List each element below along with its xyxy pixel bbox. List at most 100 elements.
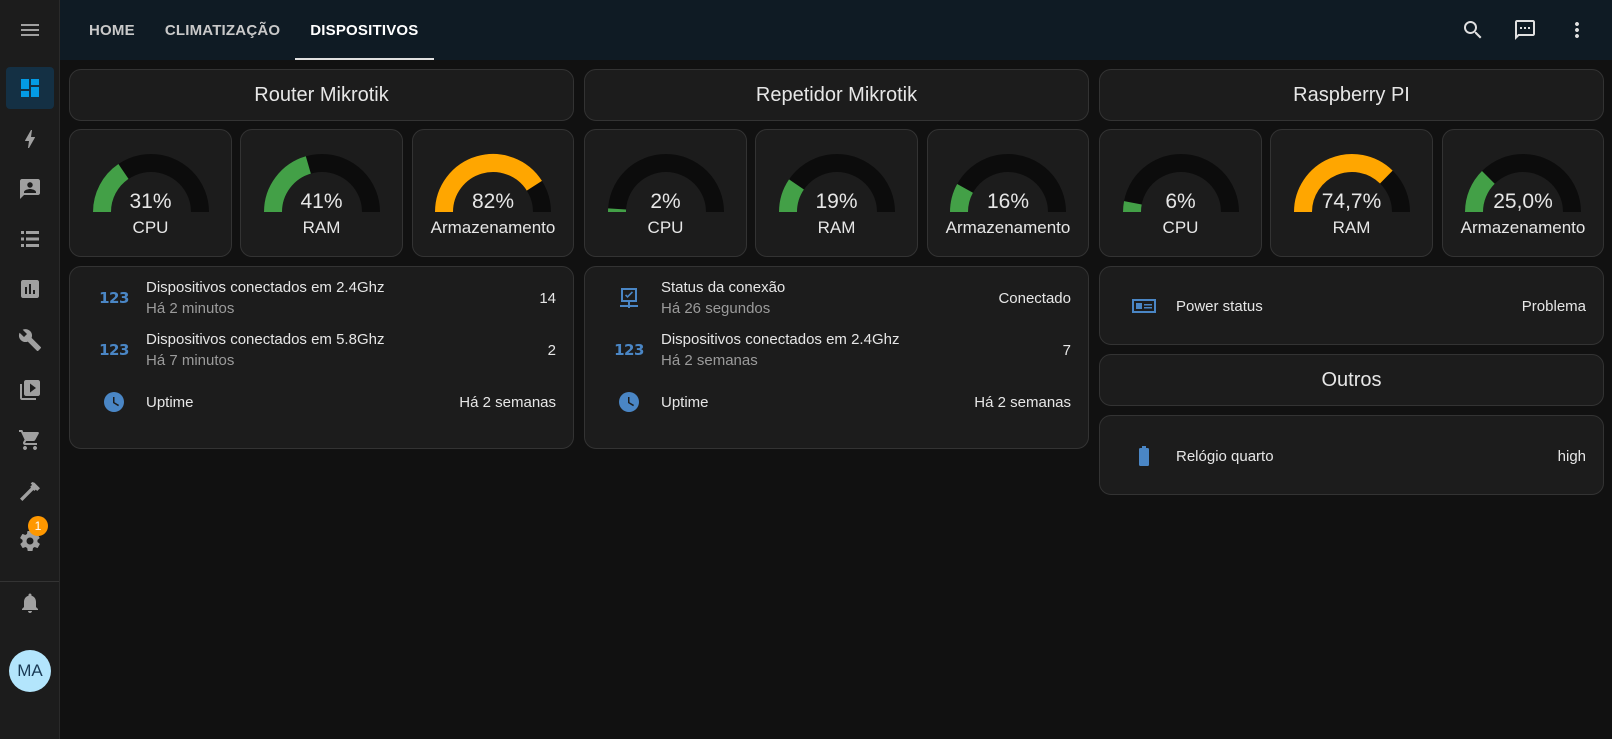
hamburger-icon xyxy=(20,24,39,36)
settings-badge: 1 xyxy=(28,516,48,536)
gauge-label: RAM xyxy=(302,218,341,237)
gauge-value: 41% xyxy=(300,190,343,213)
gauge-label: RAM xyxy=(1332,218,1371,237)
gauge-label: RAM xyxy=(817,218,856,237)
entity-state: Há 2 semanas xyxy=(459,393,556,411)
entity-state: 7 xyxy=(1062,341,1071,359)
entity-state: Conectado xyxy=(998,289,1071,307)
gauge-value: 16% xyxy=(986,190,1030,213)
entity-row[interactable]: Uptime Há 2 semanas xyxy=(70,377,573,427)
numeric-icon: 123 xyxy=(99,289,129,307)
entity-row[interactable]: Relógio quarto high xyxy=(1100,431,1603,481)
sidebar-item-media[interactable] xyxy=(6,369,54,411)
tab-home[interactable]: HOME xyxy=(74,0,150,60)
entity-secondary: Há 2 minutos xyxy=(146,300,235,317)
gauge-value: 2% xyxy=(650,190,681,213)
media-icon xyxy=(20,380,40,400)
entity-name: Uptime xyxy=(661,393,709,411)
router-entities-card: 123 Dispositivos conectados em 2.4Ghz Há… xyxy=(69,266,574,449)
gauge-label: Armazenamento xyxy=(1460,218,1586,237)
gauge-card[interactable]: 6% CPU xyxy=(1099,129,1262,257)
entity-state: 14 xyxy=(539,289,556,307)
history-icon xyxy=(21,280,39,298)
sidebar-item-shopping-list[interactable] xyxy=(6,419,54,461)
energy-icon xyxy=(24,130,35,148)
router-title: Router Mikrotik xyxy=(254,83,389,106)
sidebar-item-logbook[interactable] xyxy=(6,218,54,260)
outros-card: Relógio quarto high xyxy=(1099,415,1604,495)
sidebar-item-energy[interactable] xyxy=(6,118,54,160)
gauge-label: CPU xyxy=(1162,218,1199,237)
sidebar-item-overview[interactable] xyxy=(6,67,54,109)
shopping-cart-icon xyxy=(19,430,39,450)
entity-name: Uptime xyxy=(146,393,194,411)
view-tabs: HOME CLIMATIZAÇÃO DISPOSITIVOS xyxy=(74,0,434,60)
numeric-icon: 123 xyxy=(99,341,129,359)
entity-row[interactable]: Status da conexão Há 26 segundos Conecta… xyxy=(585,273,1088,323)
entity-state: Problema xyxy=(1521,297,1586,315)
gauge-card[interactable]: 2% CPU xyxy=(584,129,747,257)
gauge-value: 6% xyxy=(1165,190,1196,213)
search-button[interactable] xyxy=(1456,13,1490,47)
assist-icon xyxy=(1515,20,1535,40)
gauge-label: CPU xyxy=(132,218,169,237)
gauge-card[interactable]: 19% RAM xyxy=(755,129,918,257)
menu-button[interactable] xyxy=(0,0,59,60)
gauge-card[interactable]: 25,0% Armazenamento xyxy=(1442,129,1604,257)
outros-title-card: Outros xyxy=(1099,354,1604,406)
gauge-label: CPU xyxy=(647,218,684,237)
network-check-icon xyxy=(620,288,638,308)
entity-row[interactable]: 123 Dispositivos conectados em 2.4Ghz Há… xyxy=(585,325,1088,375)
person-card-icon xyxy=(20,179,40,199)
sidebar-item-map[interactable] xyxy=(6,168,54,210)
toolbar-actions xyxy=(1456,0,1594,60)
entity-row[interactable]: Uptime Há 2 semanas xyxy=(585,377,1088,427)
sidebar-item-notifications[interactable] xyxy=(6,582,54,624)
gauge-card[interactable]: 82% Armazenamento xyxy=(412,129,574,257)
gauge-card[interactable]: 41% RAM xyxy=(240,129,403,257)
gauge-value: 31% xyxy=(129,190,172,213)
entity-row[interactable]: 123 Dispositivos conectados em 2.4Ghz Há… xyxy=(70,273,573,323)
avatar[interactable]: MA xyxy=(9,650,51,692)
entity-secondary: Há 2 semanas xyxy=(661,352,758,369)
entity-row[interactable]: Power status Problema xyxy=(1100,281,1603,331)
gauge-card[interactable]: 16% Armazenamento xyxy=(927,129,1089,257)
entity-state: 2 xyxy=(547,341,556,359)
entity-name: Status da conexão xyxy=(661,279,786,296)
numeric-icon: 123 xyxy=(614,341,644,359)
gauge-value: 74,7% xyxy=(1321,190,1382,213)
clock-icon xyxy=(104,392,124,412)
entity-state: high xyxy=(1557,447,1586,465)
gauge-label: Armazenamento xyxy=(430,218,556,237)
power-supply-icon xyxy=(1132,299,1156,313)
bell-icon xyxy=(22,593,38,613)
assist-button[interactable] xyxy=(1508,13,1542,47)
raspberry-title-card: Raspberry PI xyxy=(1099,69,1604,121)
dashboard-icon xyxy=(21,79,39,97)
gauge-value: 82% xyxy=(471,190,515,213)
raspberry-title: Raspberry PI xyxy=(1293,83,1410,106)
sidebar-item-developer-tools[interactable] xyxy=(6,319,54,361)
developer-tools-icon xyxy=(18,329,41,351)
entity-secondary: Há 26 segundos xyxy=(661,300,771,317)
sidebar-item-developer[interactable] xyxy=(6,470,54,512)
search-icon xyxy=(1464,21,1482,39)
tab-dispositivos[interactable]: DISPOSITIVOS xyxy=(295,0,434,60)
repetidor-title: Repetidor Mikrotik xyxy=(755,83,918,106)
gauge-card[interactable]: 74,7% RAM xyxy=(1270,129,1433,257)
outros-title: Outros xyxy=(1321,368,1382,391)
entity-row[interactable]: 123 Dispositivos conectados em 5.8Ghz Há… xyxy=(70,325,573,375)
gauge-value: 19% xyxy=(815,190,858,213)
more-options-button[interactable] xyxy=(1560,13,1594,47)
tab-climatizacao[interactable]: CLIMATIZAÇÃO xyxy=(150,0,295,60)
app-toolbar: HOME CLIMATIZAÇÃO DISPOSITIVOS xyxy=(60,0,1612,60)
gauge-card[interactable]: 31% CPU xyxy=(69,129,232,257)
sidebar-item-settings[interactable]: 1 xyxy=(6,516,54,562)
entity-name: Dispositivos conectados em 5.8Ghz xyxy=(146,331,385,348)
sidebar-item-history[interactable] xyxy=(6,268,54,310)
entity-name: Dispositivos conectados em 2.4Ghz xyxy=(146,279,385,296)
entity-name: Dispositivos conectados em 2.4Ghz xyxy=(661,331,900,348)
power-card: Power status Problema xyxy=(1099,266,1604,345)
router-title-card: Router Mikrotik xyxy=(69,69,574,121)
entity-name: Power status xyxy=(1176,297,1263,315)
